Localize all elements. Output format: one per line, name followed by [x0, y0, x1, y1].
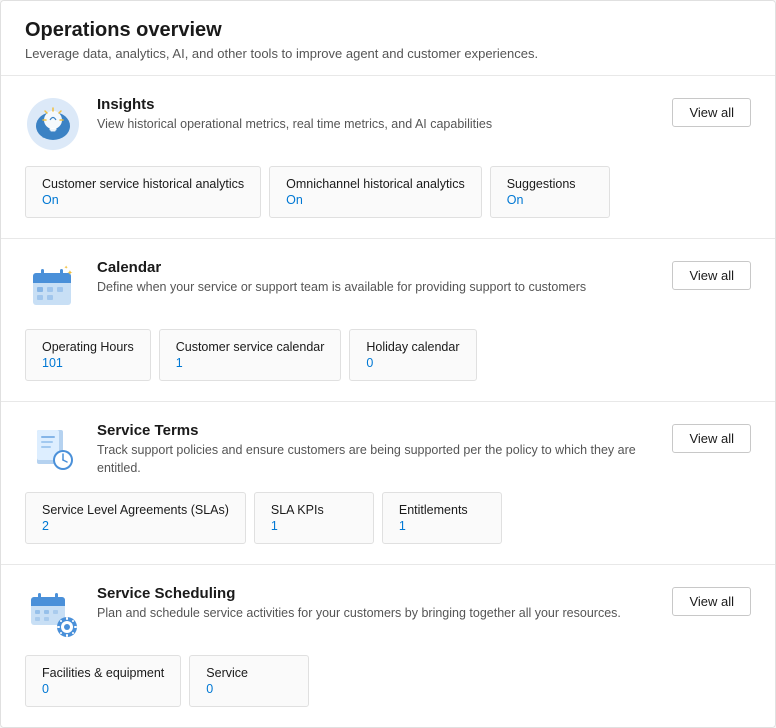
section-terms-left: Service Terms Track support policies and… [25, 422, 656, 478]
tile-facilities-value: 0 [42, 682, 164, 696]
tile-service-value: 0 [206, 682, 292, 696]
section-terms-info: Service Terms Track support policies and… [97, 422, 656, 477]
section-terms-top: Service Terms Track support policies and… [25, 422, 751, 478]
tile-cs-historical[interactable]: Customer service historical analytics On [25, 166, 261, 218]
section-insights-desc: View historical operational metrics, rea… [97, 116, 656, 134]
section-scheduling-top: Service Scheduling Plan and schedule ser… [25, 585, 751, 641]
section-calendar-top: ✦ ✦ Calendar Define when your service or… [25, 259, 751, 315]
tile-holiday-calendar-label: Holiday calendar [366, 340, 459, 354]
svg-text:✦: ✦ [64, 265, 68, 271]
insights-tiles: Customer service historical analytics On… [25, 166, 751, 218]
section-calendar-left: ✦ ✦ Calendar Define when your service or… [25, 259, 656, 315]
section-insights-info: Insights View historical operational met… [97, 96, 656, 134]
tile-cs-historical-value: On [42, 193, 244, 207]
tile-omnichannel-value: On [286, 193, 465, 207]
tile-service-label: Service [206, 666, 292, 680]
section-calendar-desc: Define when your service or support team… [97, 279, 656, 297]
section-scheduling-name: Service Scheduling [97, 585, 656, 602]
tile-omnichannel-label: Omnichannel historical analytics [286, 177, 465, 191]
tile-entitlements-label: Entitlements [399, 503, 485, 517]
section-scheduling: Service Scheduling Plan and schedule ser… [1, 565, 775, 727]
tile-facilities-label: Facilities & equipment [42, 666, 164, 680]
scheduling-icon [25, 585, 81, 641]
tile-sla-kpis[interactable]: SLA KPIs 1 [254, 492, 374, 544]
tile-entitlements-value: 1 [399, 519, 485, 533]
tile-service[interactable]: Service 0 [189, 655, 309, 707]
section-service-terms: Service Terms Track support policies and… [1, 402, 775, 565]
view-all-terms[interactable]: View all [672, 424, 751, 453]
section-insights-left: Insights View historical operational met… [25, 96, 656, 152]
section-insights-name: Insights [97, 96, 656, 113]
terms-icon [25, 422, 81, 478]
tile-operating-hours-label: Operating Hours [42, 340, 134, 354]
view-all-insights[interactable]: View all [672, 98, 751, 127]
section-calendar: ✦ ✦ Calendar Define when your service or… [1, 239, 775, 402]
terms-tiles: Service Level Agreements (SLAs) 2 SLA KP… [25, 492, 751, 544]
tile-suggestions[interactable]: Suggestions On [490, 166, 610, 218]
section-scheduling-desc: Plan and schedule service activities for… [97, 605, 656, 623]
section-scheduling-info: Service Scheduling Plan and schedule ser… [97, 585, 656, 623]
tile-holiday-calendar-value: 0 [366, 356, 459, 370]
tile-entitlements[interactable]: Entitlements 1 [382, 492, 502, 544]
tile-cs-calendar-label: Customer service calendar [176, 340, 325, 354]
tile-operating-hours-value: 101 [42, 356, 134, 370]
section-calendar-name: Calendar [97, 259, 656, 276]
section-scheduling-left: Service Scheduling Plan and schedule ser… [25, 585, 656, 641]
tile-cs-calendar-value: 1 [176, 356, 325, 370]
section-insights: Insights View historical operational met… [1, 76, 775, 239]
section-terms-desc: Track support policies and ensure custom… [97, 442, 656, 477]
tile-cs-historical-label: Customer service historical analytics [42, 177, 244, 191]
section-terms-name: Service Terms [97, 422, 656, 439]
tile-sla-value: 2 [42, 519, 229, 533]
insights-icon [25, 96, 81, 152]
tile-sla-kpis-label: SLA KPIs [271, 503, 357, 517]
tile-omnichannel-historical[interactable]: Omnichannel historical analytics On [269, 166, 482, 218]
tile-holiday-calendar[interactable]: Holiday calendar 0 [349, 329, 476, 381]
page-title: Operations overview [25, 19, 751, 42]
view-all-calendar[interactable]: View all [672, 261, 751, 290]
tile-suggestions-label: Suggestions [507, 177, 593, 191]
tile-sla-label: Service Level Agreements (SLAs) [42, 503, 229, 517]
page-container: Operations overview Leverage data, analy… [0, 0, 776, 728]
page-header: Operations overview Leverage data, analy… [1, 1, 775, 76]
page-subtitle: Leverage data, analytics, AI, and other … [25, 46, 751, 61]
calendar-tiles: Operating Hours 101 Customer service cal… [25, 329, 751, 381]
tile-operating-hours[interactable]: Operating Hours 101 [25, 329, 151, 381]
scheduling-tiles: Facilities & equipment 0 Service 0 [25, 655, 751, 707]
tile-suggestions-value: On [507, 193, 593, 207]
tile-sla-kpis-value: 1 [271, 519, 357, 533]
tile-facilities[interactable]: Facilities & equipment 0 [25, 655, 181, 707]
view-all-scheduling[interactable]: View all [672, 587, 751, 616]
tile-sla[interactable]: Service Level Agreements (SLAs) 2 [25, 492, 246, 544]
calendar-icon: ✦ ✦ [25, 259, 81, 315]
section-calendar-info: Calendar Define when your service or sup… [97, 259, 656, 297]
section-insights-top: Insights View historical operational met… [25, 96, 751, 152]
tile-cs-calendar[interactable]: Customer service calendar 1 [159, 329, 342, 381]
